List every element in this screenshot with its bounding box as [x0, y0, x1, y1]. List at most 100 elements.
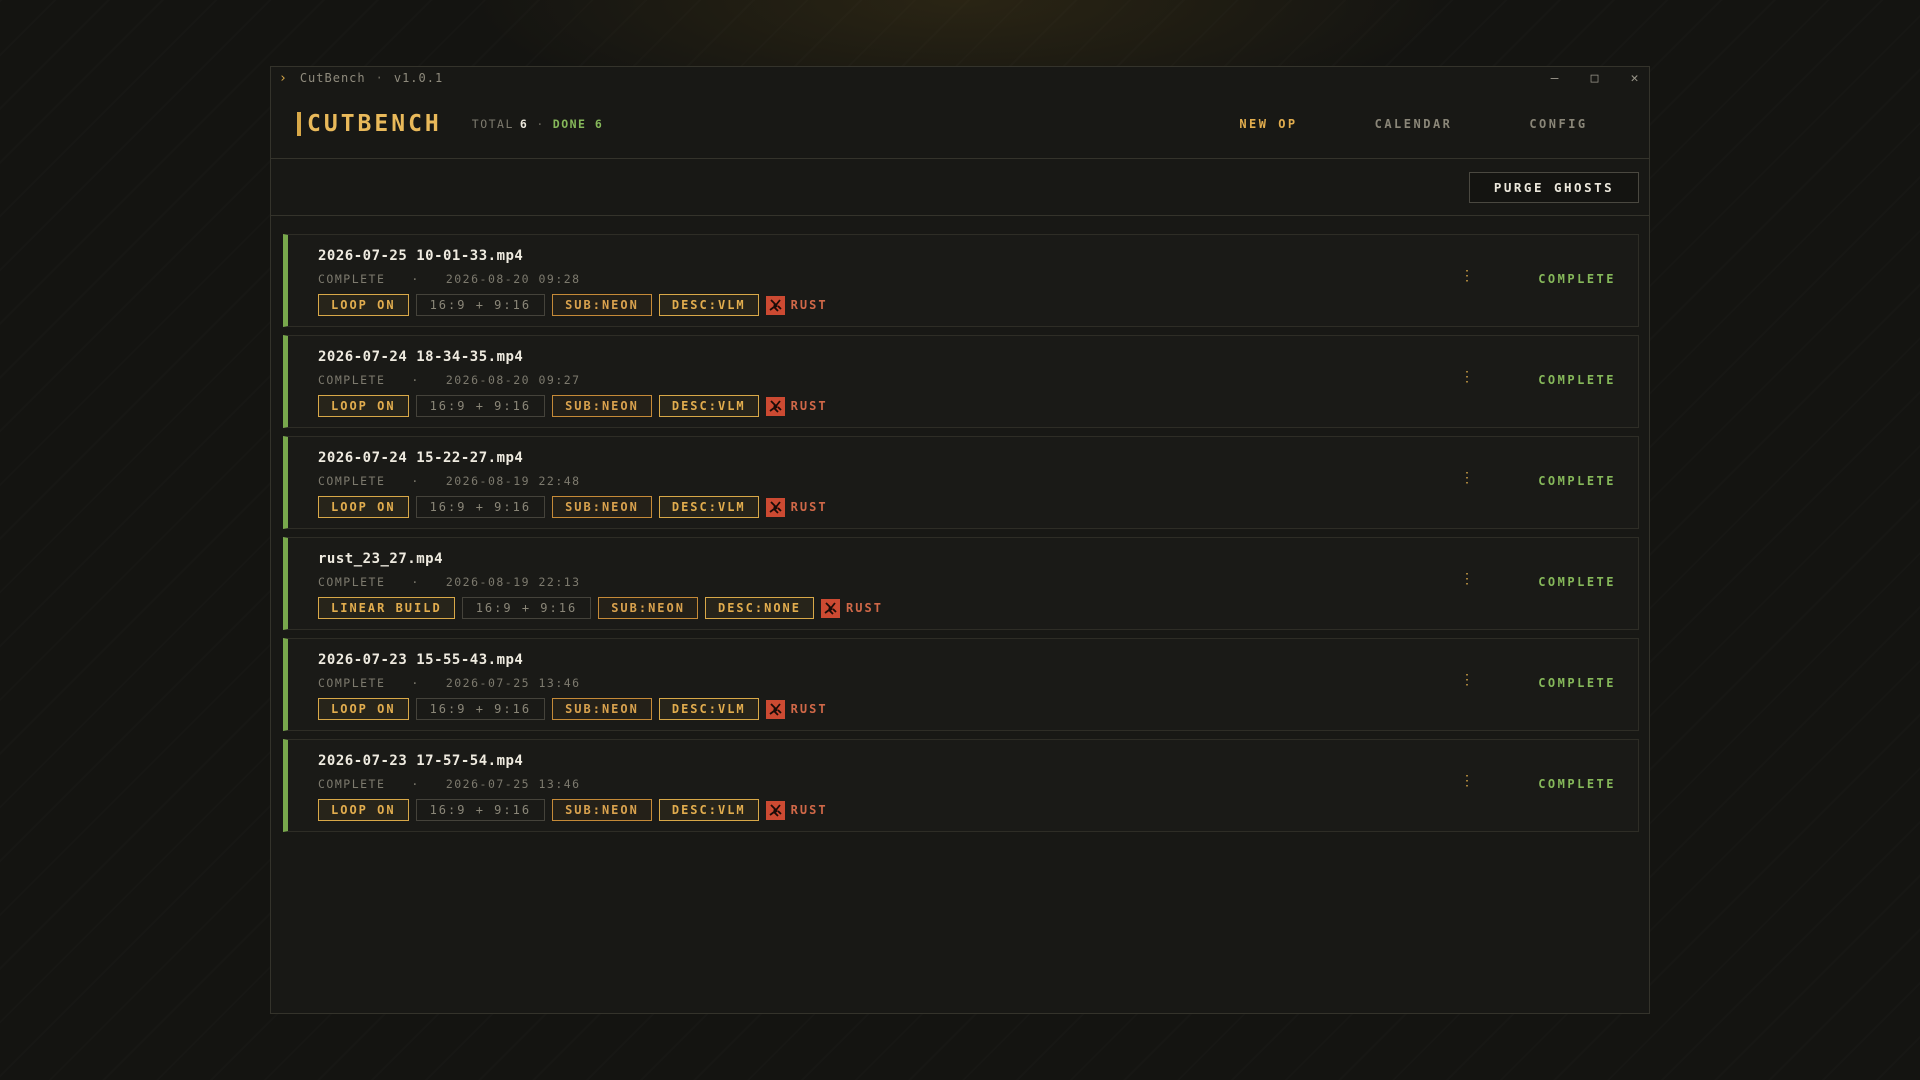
job-meta: COMPLETE · 2026-08-20 09:27 [318, 373, 581, 387]
job-card[interactable]: 2026-07-25 10-01-33.mp4 COMPLETE · 2026-… [283, 234, 1639, 327]
aspect-tag: 16:9 + 9:16 [415, 496, 546, 518]
rust-icon [765, 497, 785, 517]
app-header: CUTBENCH TOTAL 6 · DONE 6 NEW OP CALENDA… [271, 89, 1649, 159]
job-card[interactable]: 2026-07-24 18-34-35.mp4 COMPLETE · 2026-… [283, 335, 1639, 428]
job-filename: 2026-07-23 15-55-43.mp4 [318, 652, 524, 668]
rust-icon [765, 800, 785, 820]
job-meta: COMPLETE · 2026-08-19 22:48 [318, 474, 581, 488]
description-tag: DESC:VLM [658, 294, 759, 316]
job-datetime: 2026-08-20 09:27 [445, 373, 581, 387]
kebab-menu-icon[interactable]: ⋮ [1460, 370, 1474, 384]
done-count: DONE 6 [552, 116, 604, 131]
aspect-tag: 16:9 + 9:16 [415, 698, 546, 720]
job-meta: COMPLETE · 2026-07-25 13:46 [318, 777, 581, 791]
minimize-icon[interactable]: — [1549, 71, 1561, 86]
game-tag: RUST [765, 396, 828, 416]
game-tag: RUST [765, 497, 828, 517]
game-label: RUST [790, 399, 828, 413]
game-tag: RUST [765, 800, 828, 820]
kebab-menu-icon[interactable]: ⋮ [1460, 774, 1474, 788]
toolbar: PURGE GHOSTS [271, 159, 1649, 216]
job-status-text: COMPLETE [318, 373, 386, 387]
status-badge: COMPLETE [1538, 575, 1616, 589]
job-filename: 2026-07-24 18-34-35.mp4 [318, 349, 524, 365]
game-label: RUST [790, 298, 828, 312]
meta-separator: · [411, 272, 420, 286]
game-tag: RUST [765, 699, 828, 719]
rust-icon [765, 699, 785, 719]
description-tag: DESC:VLM [658, 799, 759, 821]
meta-separator: · [411, 575, 420, 589]
description-tag: DESC:VLM [658, 395, 759, 417]
job-tags: LOOP ON 16:9 + 9:16 SUB:NEON DESC:VLM RU… [318, 496, 828, 518]
job-meta: COMPLETE · 2026-07-25 13:46 [318, 676, 581, 690]
subtitle-tag: SUB:NEON [552, 496, 652, 518]
job-status-text: COMPLETE [318, 777, 386, 791]
job-datetime: 2026-07-25 13:46 [445, 676, 581, 690]
window-controls: — □ ✕ [1549, 71, 1641, 86]
rust-icon [821, 598, 841, 618]
stats-separator: · [536, 116, 545, 131]
mode-tag: LOOP ON [318, 799, 409, 821]
meta-separator: · [411, 474, 420, 488]
job-status-text: COMPLETE [318, 474, 386, 488]
close-icon[interactable]: ✕ [1629, 71, 1641, 86]
app-name: CutBench [299, 71, 366, 85]
kebab-menu-icon[interactable]: ⋮ [1460, 572, 1474, 586]
kebab-menu-icon[interactable]: ⋮ [1460, 471, 1474, 485]
job-tags: LOOP ON 16:9 + 9:16 SUB:NEON DESC:VLM RU… [318, 294, 828, 316]
job-datetime: 2026-07-25 13:46 [445, 777, 581, 791]
total-value: 6 [519, 116, 529, 131]
description-tag: DESC:NONE [704, 597, 815, 619]
status-badge: COMPLETE [1538, 272, 1616, 286]
job-tags: LINEAR BUILD 16:9 + 9:16 SUB:NEON DESC:N… [318, 597, 883, 619]
subtitle-tag: SUB:NEON [598, 597, 698, 619]
rust-icon [765, 295, 785, 315]
job-tags: LOOP ON 16:9 + 9:16 SUB:NEON DESC:VLM RU… [318, 698, 828, 720]
job-status-text: COMPLETE [318, 676, 386, 690]
description-tag: DESC:VLM [658, 496, 759, 518]
game-tag: RUST [821, 598, 883, 618]
job-list: 2026-07-25 10-01-33.mp4 COMPLETE · 2026-… [271, 216, 1649, 832]
job-filename: 2026-07-23 17-57-54.mp4 [318, 753, 524, 769]
purge-ghosts-button[interactable]: PURGE GHOSTS [1469, 171, 1639, 203]
aspect-tag: 16:9 + 9:16 [415, 799, 546, 821]
job-filename: 2026-07-24 15-22-27.mp4 [318, 450, 524, 466]
nav-new-op[interactable]: NEW OP [1196, 117, 1341, 131]
game-label: RUST [846, 601, 883, 615]
total-label: TOTAL [471, 116, 514, 131]
status-badge: COMPLETE [1538, 474, 1616, 488]
aspect-tag: 16:9 + 9:16 [415, 294, 546, 316]
app-window: › CutBench · v1.0.1 — □ ✕ CUTBENCH TOTAL… [270, 66, 1650, 1014]
title-separator: · [375, 71, 384, 85]
app-version: v1.0.1 [393, 71, 444, 85]
rust-icon [765, 396, 785, 416]
mode-tag: LOOP ON [318, 294, 409, 316]
logo: CUTBENCH [297, 111, 442, 137]
nav-calendar[interactable]: CALENDAR [1341, 117, 1486, 131]
job-datetime: 2026-08-19 22:13 [445, 575, 581, 589]
status-badge: COMPLETE [1538, 373, 1616, 387]
subtitle-tag: SUB:NEON [552, 698, 652, 720]
nav-config[interactable]: CONFIG [1486, 117, 1631, 131]
job-tags: LOOP ON 16:9 + 9:16 SUB:NEON DESC:VLM RU… [318, 395, 828, 417]
mode-tag: LOOP ON [318, 698, 409, 720]
status-badge: COMPLETE [1538, 676, 1616, 690]
game-label: RUST [790, 500, 828, 514]
kebab-menu-icon[interactable]: ⋮ [1460, 673, 1474, 687]
job-card[interactable]: 2026-07-23 15-55-43.mp4 COMPLETE · 2026-… [283, 638, 1639, 731]
status-badge: COMPLETE [1538, 777, 1616, 791]
maximize-icon[interactable]: □ [1589, 71, 1601, 86]
job-meta: COMPLETE · 2026-08-20 09:28 [318, 272, 581, 286]
job-card[interactable]: 2026-07-23 17-57-54.mp4 COMPLETE · 2026-… [283, 739, 1639, 832]
kebab-menu-icon[interactable]: ⋮ [1460, 269, 1474, 283]
job-card[interactable]: rust_23_27.mp4 COMPLETE · 2026-08-19 22:… [283, 537, 1639, 630]
chevron-right-icon: › [279, 70, 288, 86]
logo-text: CUTBENCH [307, 110, 442, 137]
job-stats: TOTAL 6 · DONE 6 [472, 117, 604, 131]
job-datetime: 2026-08-19 22:48 [445, 474, 581, 488]
job-status-text: COMPLETE [318, 272, 386, 286]
job-card[interactable]: 2026-07-24 15-22-27.mp4 COMPLETE · 2026-… [283, 436, 1639, 529]
game-label: RUST [790, 702, 828, 716]
main-nav: NEW OP CALENDAR CONFIG [1196, 117, 1649, 131]
